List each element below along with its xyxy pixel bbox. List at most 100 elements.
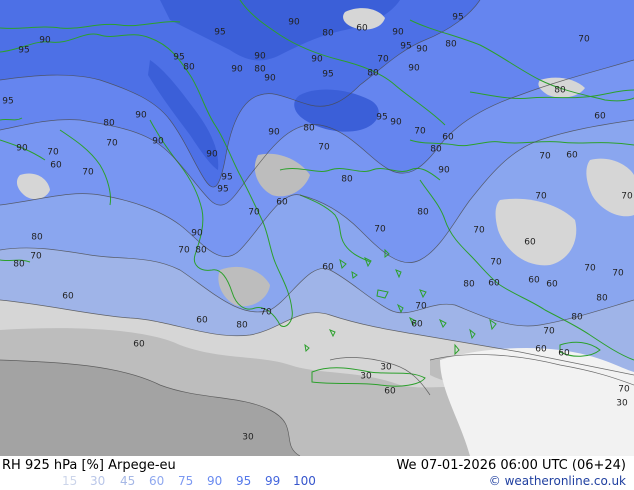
contour-label: 70: [30, 252, 42, 262]
contour-label: 70: [415, 302, 427, 312]
contour-label: 70: [318, 143, 330, 153]
contour-label: 30: [242, 433, 254, 443]
contour-label: 70: [106, 139, 118, 149]
contour-label: 60: [528, 276, 540, 286]
contour-label: 95: [2, 97, 13, 107]
contour-label: 80: [430, 145, 442, 155]
contour-label: 80: [341, 175, 353, 185]
legend-item: 15: [62, 474, 78, 488]
contour-label: 80: [236, 321, 248, 331]
contour-label: 90: [264, 74, 276, 84]
contour-label: 70: [260, 308, 272, 318]
contour-label: 30: [616, 399, 628, 409]
contour-label: 60: [50, 161, 62, 171]
contour-label: 80: [445, 40, 457, 50]
contour-label: 80: [103, 119, 115, 129]
contour-label: 70: [374, 225, 386, 235]
contour-label: 90: [268, 128, 280, 138]
contour-label: 80: [322, 29, 334, 39]
contour-label: 70: [473, 226, 485, 236]
contour-label: 80: [303, 124, 315, 134]
legend-item: 95: [236, 474, 252, 488]
legend-item: 45: [120, 474, 136, 488]
credit-text: © weatheronline.co.uk: [488, 474, 626, 488]
contour-label: 80: [31, 233, 43, 243]
contour-label: 70: [377, 55, 389, 65]
contour-label: 95: [221, 173, 232, 183]
contour-label: 60: [356, 24, 368, 34]
contour-label: 60: [488, 279, 500, 289]
contour-label: 95: [214, 28, 225, 38]
contour-label: 95: [18, 46, 29, 56]
contour-label: 90: [231, 65, 243, 75]
contour-label: 70: [578, 35, 590, 45]
contour-label: 80: [463, 280, 475, 290]
contour-label: 60: [594, 112, 606, 122]
contour-label: 60: [133, 340, 145, 350]
contour-label: 70: [248, 208, 260, 218]
contour-label: 90: [191, 229, 203, 239]
contour-label: 80: [367, 69, 379, 79]
contour-label: 90: [416, 45, 428, 55]
contour-label: 60: [558, 349, 570, 359]
contour-label: 80: [13, 260, 25, 270]
contour-label: 80: [195, 246, 207, 256]
contour-label: 60: [322, 263, 334, 273]
contour-label: 90: [152, 137, 164, 147]
contour-label: 95: [322, 70, 333, 80]
contour-label: 95: [452, 13, 463, 23]
contour-label: 60: [62, 292, 74, 302]
contour-label: 80: [417, 208, 429, 218]
contour-label: 60: [384, 387, 396, 397]
contour-label: 90: [390, 118, 402, 128]
legend-item: 30: [90, 474, 106, 488]
contour-label: 95: [400, 42, 411, 52]
contour-label: 70: [621, 192, 633, 202]
legend-item: 100: [293, 474, 316, 488]
contour-label: 90: [392, 28, 404, 38]
contour-label: 90: [408, 64, 420, 74]
map-title: RH 925 hPa [%] Arpege-eu: [2, 458, 176, 473]
legend-item: 60: [149, 474, 165, 488]
contour-label: 90: [135, 111, 147, 121]
contour-label: 70: [584, 264, 596, 274]
contour-label: 90: [206, 150, 218, 160]
dry-area-crete-south: [440, 348, 634, 456]
contour-label: 70: [490, 258, 502, 268]
weather-map: 90 95 95 90 80 60 90 95 95 90 80 70 95 90 80 90 80 90 70 90…: [0, 0, 634, 456]
contour-label: 95: [376, 113, 387, 123]
contour-label: 70: [612, 269, 624, 279]
contour-label: 70: [414, 127, 426, 137]
contour-label: 90: [16, 144, 28, 154]
contour-label: 80: [596, 294, 608, 304]
contour-label: 95: [173, 53, 184, 63]
contour-label: 80: [183, 63, 195, 73]
legend-item: 90: [207, 474, 223, 488]
contour-label: 60: [566, 151, 578, 161]
contour-label: 90: [254, 52, 266, 62]
footer-bar: RH 925 hPa [%] Arpege-eu We 07-01-2026 0…: [0, 456, 634, 490]
contour-label: 80: [571, 313, 583, 323]
legend-item: 99: [265, 474, 281, 488]
contour-label: 60: [276, 198, 288, 208]
contour-label: 60: [535, 345, 547, 355]
contour-label: 70: [535, 192, 547, 202]
contour-label: 70: [543, 327, 555, 337]
contour-label: 70: [82, 168, 94, 178]
contour-label: 60: [411, 320, 423, 330]
credit-link[interactable]: © weatheronline.co.uk: [489, 474, 626, 488]
contour-label: 95: [217, 185, 228, 195]
contour-label: 90: [288, 18, 300, 28]
contour-label: 80: [554, 86, 566, 96]
contour-label: 70: [47, 148, 59, 158]
contour-label: 60: [196, 316, 208, 326]
contour-label: 60: [546, 280, 558, 290]
contour-label: 70: [178, 246, 190, 256]
legend-item: 75: [178, 474, 194, 488]
valid-time: We 07-01-2026 06:00 UTC (06+24): [396, 458, 626, 473]
contour-label: 90: [39, 36, 51, 46]
contour-label: 90: [438, 166, 450, 176]
contour-label: 30: [360, 372, 372, 382]
contour-label: 70: [618, 385, 630, 395]
contour-label: 30: [380, 363, 392, 373]
